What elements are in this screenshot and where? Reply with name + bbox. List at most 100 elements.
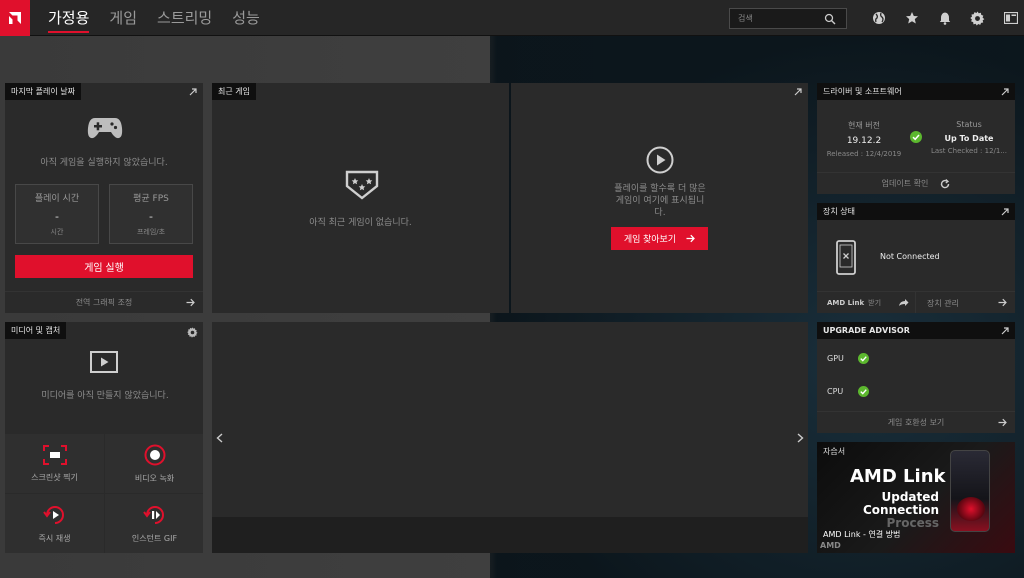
instant-gif-button[interactable]: 인스턴트 GIF: [105, 494, 203, 553]
connection-status: Not Connected: [880, 252, 940, 261]
last-played-panel: 마지막 플레이 날짜 아직 게임을 실행하지 않았습니다. 플레이 시간 - 시…: [5, 83, 203, 313]
check-updates-link[interactable]: 업데이트 확인: [817, 172, 1015, 194]
tutorial-caption: AMD Link - 연결 방법: [823, 530, 901, 539]
tutorial-panel[interactable]: 자습서 AMD Link Updated Connection Process …: [817, 442, 1015, 553]
instant-gif-label: 인스턴트 GIF: [131, 533, 178, 543]
video-icon: [90, 351, 118, 377]
top-bar: 가정용 게임 스트리밍 성능: [0, 0, 1024, 36]
arrow-right-icon: [998, 418, 1007, 427]
tutorial-headline: AMD Link: [850, 466, 946, 487]
panel-title: UPGRADE ADVISOR: [817, 322, 1015, 339]
tab-performance[interactable]: 성능: [222, 0, 270, 36]
screenshot-icon: [42, 444, 67, 465]
no-recent-text: 아직 최근 게임이 없습니다.: [309, 218, 412, 228]
bell-icon[interactable]: [928, 0, 961, 36]
search-input[interactable]: [730, 14, 824, 23]
share-icon: [899, 299, 909, 306]
find-games-label: 게임 찾아보기: [623, 234, 677, 244]
manage-devices-button[interactable]: 장치 관리: [917, 292, 1015, 313]
panel-title: 드라이버 및 소프트웨어: [817, 83, 1015, 100]
chevron-right-icon[interactable]: [797, 433, 804, 443]
panel-title: 자습서: [823, 447, 846, 456]
game-compat-link[interactable]: 게임 호환성 보기: [817, 411, 1015, 433]
launch-game-button[interactable]: 게임 실행: [15, 255, 193, 278]
check-icon: [910, 131, 922, 143]
current-version: 현재 버전 19.12.2 Released : 12/4/2019: [822, 120, 906, 158]
no-games-text: 아직 게임을 실행하지 않았습니다.: [40, 158, 168, 168]
chevron-left-icon[interactable]: [216, 433, 223, 443]
carousel-footer: [212, 517, 808, 553]
panel-title: 최근 게임: [212, 83, 256, 100]
phone-icon: [836, 240, 856, 275]
play-time-box: 플레이 시간 - 시간: [15, 184, 99, 244]
arrow-right-icon: [998, 298, 1007, 307]
record-label: 비디오 녹화: [134, 473, 175, 483]
released-date: Released : 12/4/2019: [826, 150, 902, 158]
game-discovery-panel: 플레이를 할수록 더 많은 게임이 여기에 표시됩니다. 게임 찾아보기: [511, 83, 808, 313]
tutorial-sub2: Connection: [862, 503, 939, 517]
find-games-button[interactable]: 게임 찾아보기: [611, 227, 708, 250]
upgrade-advisor-panel: UPGRADE ADVISOR GPU CPU 게임 호환성 보기: [817, 322, 1015, 433]
layout-icon[interactable]: [994, 0, 1024, 36]
play-time-unit: 시간: [50, 228, 64, 236]
play-time-value: -: [55, 210, 59, 223]
instant-replay-label: 즉시 재생: [38, 533, 71, 543]
driver-panel: 드라이버 및 소프트웨어 현재 버전 19.12.2 Released : 12…: [817, 83, 1015, 194]
tab-streaming[interactable]: 스트리밍: [147, 0, 222, 36]
footer-label: 게임 호환성 보기: [887, 418, 945, 427]
screenshot-button[interactable]: 스크린샷 찍기: [5, 434, 104, 493]
device-footer: AMD Link 받기 장치 관리: [817, 291, 1015, 313]
panel-title: 마지막 플레이 날짜: [5, 83, 81, 100]
hint-text: 플레이를 할수록 더 많은 게임이 여기에 표시됩니다.: [614, 184, 706, 218]
instant-replay-button[interactable]: 즉시 재생: [5, 494, 104, 553]
check-icon: [858, 386, 869, 397]
tutorial-sub3: Process: [886, 516, 940, 530]
expand-icon[interactable]: [1001, 208, 1009, 216]
shield-stars-icon: [345, 170, 379, 204]
fps-value: -: [149, 210, 153, 223]
no-media-text: 미디어를 아직 만들지 않았습니다.: [41, 391, 169, 401]
current-version-label: 현재 버전: [848, 121, 880, 130]
manage-label: 장치 관리: [927, 298, 959, 308]
play-icon: [646, 146, 674, 178]
tab-gaming[interactable]: 게임: [99, 0, 147, 36]
record-icon: [144, 444, 165, 465]
last-checked: Last Checked : 12/1...: [930, 147, 1008, 155]
status-value: Up To Date: [944, 134, 994, 143]
search-icon[interactable]: [824, 13, 836, 25]
global-graphics-link[interactable]: 전역 그래픽 조정: [5, 291, 203, 313]
expand-icon[interactable]: [189, 88, 197, 96]
amd-logo-icon[interactable]: [0, 0, 30, 36]
fps-label: 평균 FPS: [133, 194, 169, 204]
gamepad-icon: [87, 116, 123, 144]
tab-home[interactable]: 가정용: [38, 0, 99, 36]
screenshot-label: 스크린샷 찍기: [31, 472, 78, 482]
globe-icon[interactable]: [862, 0, 895, 36]
main-nav: 가정용 게임 스트리밍 성능: [38, 0, 270, 36]
expand-icon[interactable]: [1001, 88, 1009, 96]
play-time-label: 플레이 시간: [34, 194, 80, 204]
arrow-right-icon: [686, 234, 695, 243]
cpu-row: CPU: [827, 386, 869, 397]
get-amd-link-button[interactable]: AMD Link 받기: [817, 292, 916, 313]
star-icon[interactable]: [895, 0, 928, 36]
phone-glow: [957, 497, 985, 521]
expand-icon[interactable]: [1001, 327, 1009, 335]
footer-label: 업데이트 확인: [881, 179, 929, 188]
expand-icon[interactable]: [794, 88, 802, 96]
replay-icon: [42, 505, 64, 524]
media-capture-panel: 미디어 및 캡처 미디어를 아직 만들지 않았습니다. 스크린샷 찍기 비디오 …: [5, 322, 203, 553]
panel-title: 미디어 및 캡처: [5, 322, 67, 339]
gpu-label: GPU: [827, 354, 844, 363]
cpu-label: CPU: [827, 387, 844, 396]
recent-games-panel: 최근 게임 아직 최근 게임이 없습니다.: [212, 83, 509, 313]
search-box: [729, 8, 847, 29]
panel-title: 장치 상태: [817, 203, 1015, 220]
refresh-icon: [941, 178, 950, 188]
gear-icon[interactable]: [187, 327, 198, 338]
gear-icon[interactable]: [961, 0, 994, 36]
check-icon: [858, 353, 869, 364]
amd-brand-text: AMD: [820, 541, 841, 550]
device-panel: 장치 상태 Not Connected AMD Link 받기 장치 관리: [817, 203, 1015, 313]
record-video-button[interactable]: 비디오 녹화: [105, 434, 203, 493]
